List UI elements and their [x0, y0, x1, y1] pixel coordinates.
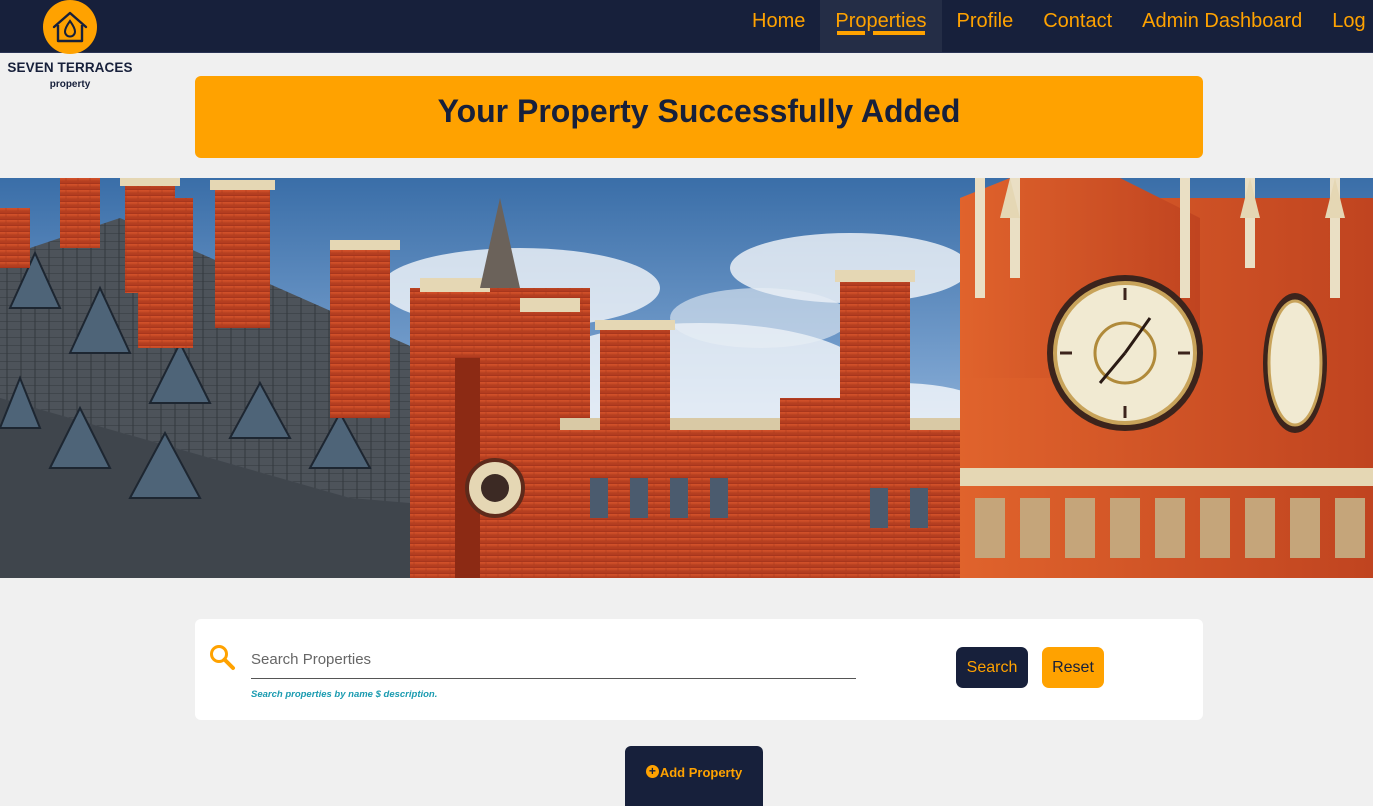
plus-circle-icon: +: [645, 765, 659, 778]
logo-badge: [43, 0, 97, 54]
house-drop-icon: [52, 11, 88, 43]
hero-image: [0, 178, 1373, 578]
nav-admin-dashboard[interactable]: Admin Dashboard: [1127, 0, 1317, 52]
search-hint: Search properties by name $ description.: [251, 689, 438, 700]
nav-profile-label: Profile: [956, 10, 1014, 32]
nav-log-label: Log: [1332, 10, 1366, 32]
brand-tagline: property: [49, 79, 91, 90]
nav-contact-label: Contact: [1043, 10, 1113, 32]
nav-log[interactable]: Log: [1317, 0, 1373, 52]
top-navbar: Home Properties Profile Contact Admin Da…: [0, 0, 1373, 53]
add-property-button[interactable]: + Add Property: [625, 746, 763, 806]
nav-admin-dashboard-label: Admin Dashboard: [1142, 10, 1303, 32]
success-banner: Your Property Successfully Added: [195, 76, 1203, 158]
nav-home-label: Home: [752, 10, 806, 32]
nav-properties[interactable]: Properties: [820, 0, 942, 52]
nav-properties-label: Properties: [835, 10, 927, 32]
reset-button[interactable]: Reset: [1042, 647, 1104, 688]
search-icon: [210, 645, 235, 670]
add-property-label: Add Property: [659, 765, 743, 780]
search-card: Search properties by name $ description.…: [195, 619, 1203, 720]
success-message: Your Property Successfully Added: [437, 92, 961, 129]
nav-profile[interactable]: Profile: [942, 0, 1029, 52]
search-input[interactable]: [251, 641, 856, 679]
nav-contact[interactable]: Contact: [1028, 0, 1127, 52]
building-illustration: [0, 178, 1373, 578]
brand-name: SEVEN TERRACES: [7, 60, 133, 75]
nav-home[interactable]: Home: [737, 0, 820, 52]
active-underline: [820, 31, 941, 35]
search-button[interactable]: Search: [956, 647, 1028, 688]
brand-logo[interactable]: SEVEN TERRACES property: [0, 0, 140, 100]
main-nav: Home Properties Profile Contact Admin Da…: [737, 0, 1373, 52]
